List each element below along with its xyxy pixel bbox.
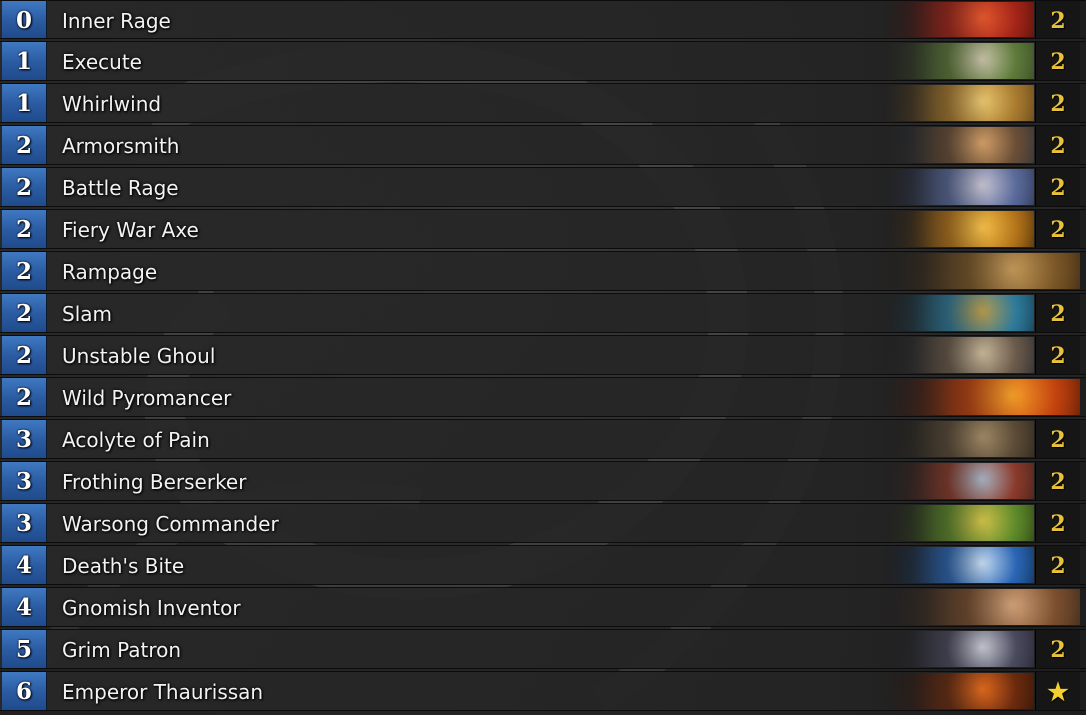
card-count: 2 — [1035, 126, 1080, 164]
card-row[interactable]: 4 Death's Bite 2 — [0, 545, 1086, 585]
card-count: 2 — [1035, 168, 1080, 206]
card-art-thumbnail — [884, 253, 1080, 289]
mana-cost-badge: 2 — [2, 126, 47, 164]
card-art-thumbnail — [884, 337, 1034, 373]
card-row[interactable]: 6 Emperor Thaurissan ★ — [0, 671, 1086, 711]
card-row[interactable]: 2 Armorsmith 2 — [0, 125, 1086, 165]
card-name: Inner Rage — [62, 9, 171, 33]
card-row[interactable]: 2 Battle Rage 2 — [0, 167, 1086, 207]
card-row[interactable]: 1 Execute 2 — [0, 41, 1086, 81]
card-art-thumbnail — [884, 43, 1034, 79]
card-count: 2 — [1035, 630, 1080, 668]
card-count: 2 — [1035, 420, 1080, 458]
card-name: Death's Bite — [62, 554, 185, 578]
card-row[interactable]: 2 Fiery War Axe 2 — [0, 209, 1086, 249]
legendary-star-icon: ★ — [1035, 672, 1080, 710]
card-art-thumbnail — [884, 379, 1080, 415]
card-count: 2 — [1035, 546, 1080, 584]
card-name: Frothing Berserker — [62, 470, 247, 494]
card-art-thumbnail — [884, 505, 1034, 541]
deck-card-list: 0 Inner Rage 2 1 Execute 2 1 Whirlwind 2 2 Armorsm… — [0, 0, 1086, 713]
card-count: 2 — [1035, 462, 1080, 500]
mana-cost-badge: 2 — [2, 294, 47, 332]
card-art-thumbnail — [884, 421, 1034, 457]
card-row[interactable]: 2 Wild Pyromancer — [0, 377, 1086, 417]
mana-cost-badge: 2 — [2, 168, 47, 206]
card-art-thumbnail — [884, 211, 1034, 247]
card-row[interactable]: 3 Frothing Berserker 2 — [0, 461, 1086, 501]
card-name: Fiery War Axe — [62, 218, 199, 242]
mana-cost-badge: 3 — [2, 420, 47, 458]
card-art-thumbnail — [884, 463, 1034, 499]
card-name: Rampage — [62, 260, 158, 284]
card-row[interactable]: 1 Whirlwind 2 — [0, 83, 1086, 123]
card-row[interactable]: 3 Acolyte of Pain 2 — [0, 419, 1086, 459]
card-name: Emperor Thaurissan — [62, 680, 264, 704]
card-art-thumbnail — [884, 127, 1034, 163]
card-name: Execute — [62, 50, 142, 74]
mana-cost-badge: 6 — [2, 672, 47, 710]
card-count: 2 — [1035, 1, 1080, 38]
card-count: 2 — [1035, 336, 1080, 374]
card-count: 2 — [1035, 210, 1080, 248]
card-count: 2 — [1035, 42, 1080, 80]
card-row[interactable]: 2 Slam 2 — [0, 293, 1086, 333]
card-name: Acolyte of Pain — [62, 428, 210, 452]
mana-cost-badge: 1 — [2, 42, 47, 80]
card-art-thumbnail — [884, 2, 1034, 37]
card-name: Whirlwind — [62, 92, 162, 116]
card-count: 2 — [1035, 84, 1080, 122]
card-name: Unstable Ghoul — [62, 344, 216, 368]
mana-cost-badge: 2 — [2, 336, 47, 374]
card-row[interactable]: 4 Gnomish Inventor — [0, 587, 1086, 627]
card-name: Warsong Commander — [62, 512, 279, 536]
card-name: Wild Pyromancer — [62, 386, 232, 410]
mana-cost-badge: 3 — [2, 504, 47, 542]
card-row[interactable]: 0 Inner Rage 2 — [0, 0, 1086, 39]
card-art-thumbnail — [884, 295, 1034, 331]
card-art-thumbnail — [884, 547, 1034, 583]
card-art-thumbnail — [884, 169, 1034, 205]
card-row[interactable]: 3 Warsong Commander 2 — [0, 503, 1086, 543]
card-art-thumbnail — [884, 631, 1034, 667]
card-name: Slam — [62, 302, 112, 326]
card-name: Armorsmith — [62, 134, 180, 158]
card-row[interactable]: 5 Grim Patron 2 — [0, 629, 1086, 669]
mana-cost-badge: 1 — [2, 84, 47, 122]
mana-cost-badge: 3 — [2, 462, 47, 500]
card-name: Battle Rage — [62, 176, 179, 200]
mana-cost-badge: 4 — [2, 588, 47, 626]
card-name: Grim Patron — [62, 638, 182, 662]
card-art-thumbnail — [884, 673, 1034, 709]
mana-cost-badge: 2 — [2, 210, 47, 248]
mana-cost-badge: 2 — [2, 378, 47, 416]
card-count: 2 — [1035, 504, 1080, 542]
card-row[interactable]: 2 Rampage — [0, 251, 1086, 291]
card-art-thumbnail — [884, 85, 1034, 121]
card-row[interactable]: 2 Unstable Ghoul 2 — [0, 335, 1086, 375]
mana-cost-badge: 5 — [2, 630, 47, 668]
mana-cost-badge: 4 — [2, 546, 47, 584]
mana-cost-badge: 2 — [2, 252, 47, 290]
card-count: 2 — [1035, 294, 1080, 332]
mana-cost-badge: 0 — [2, 1, 47, 38]
card-art-thumbnail — [884, 589, 1080, 625]
card-name: Gnomish Inventor — [62, 596, 241, 620]
